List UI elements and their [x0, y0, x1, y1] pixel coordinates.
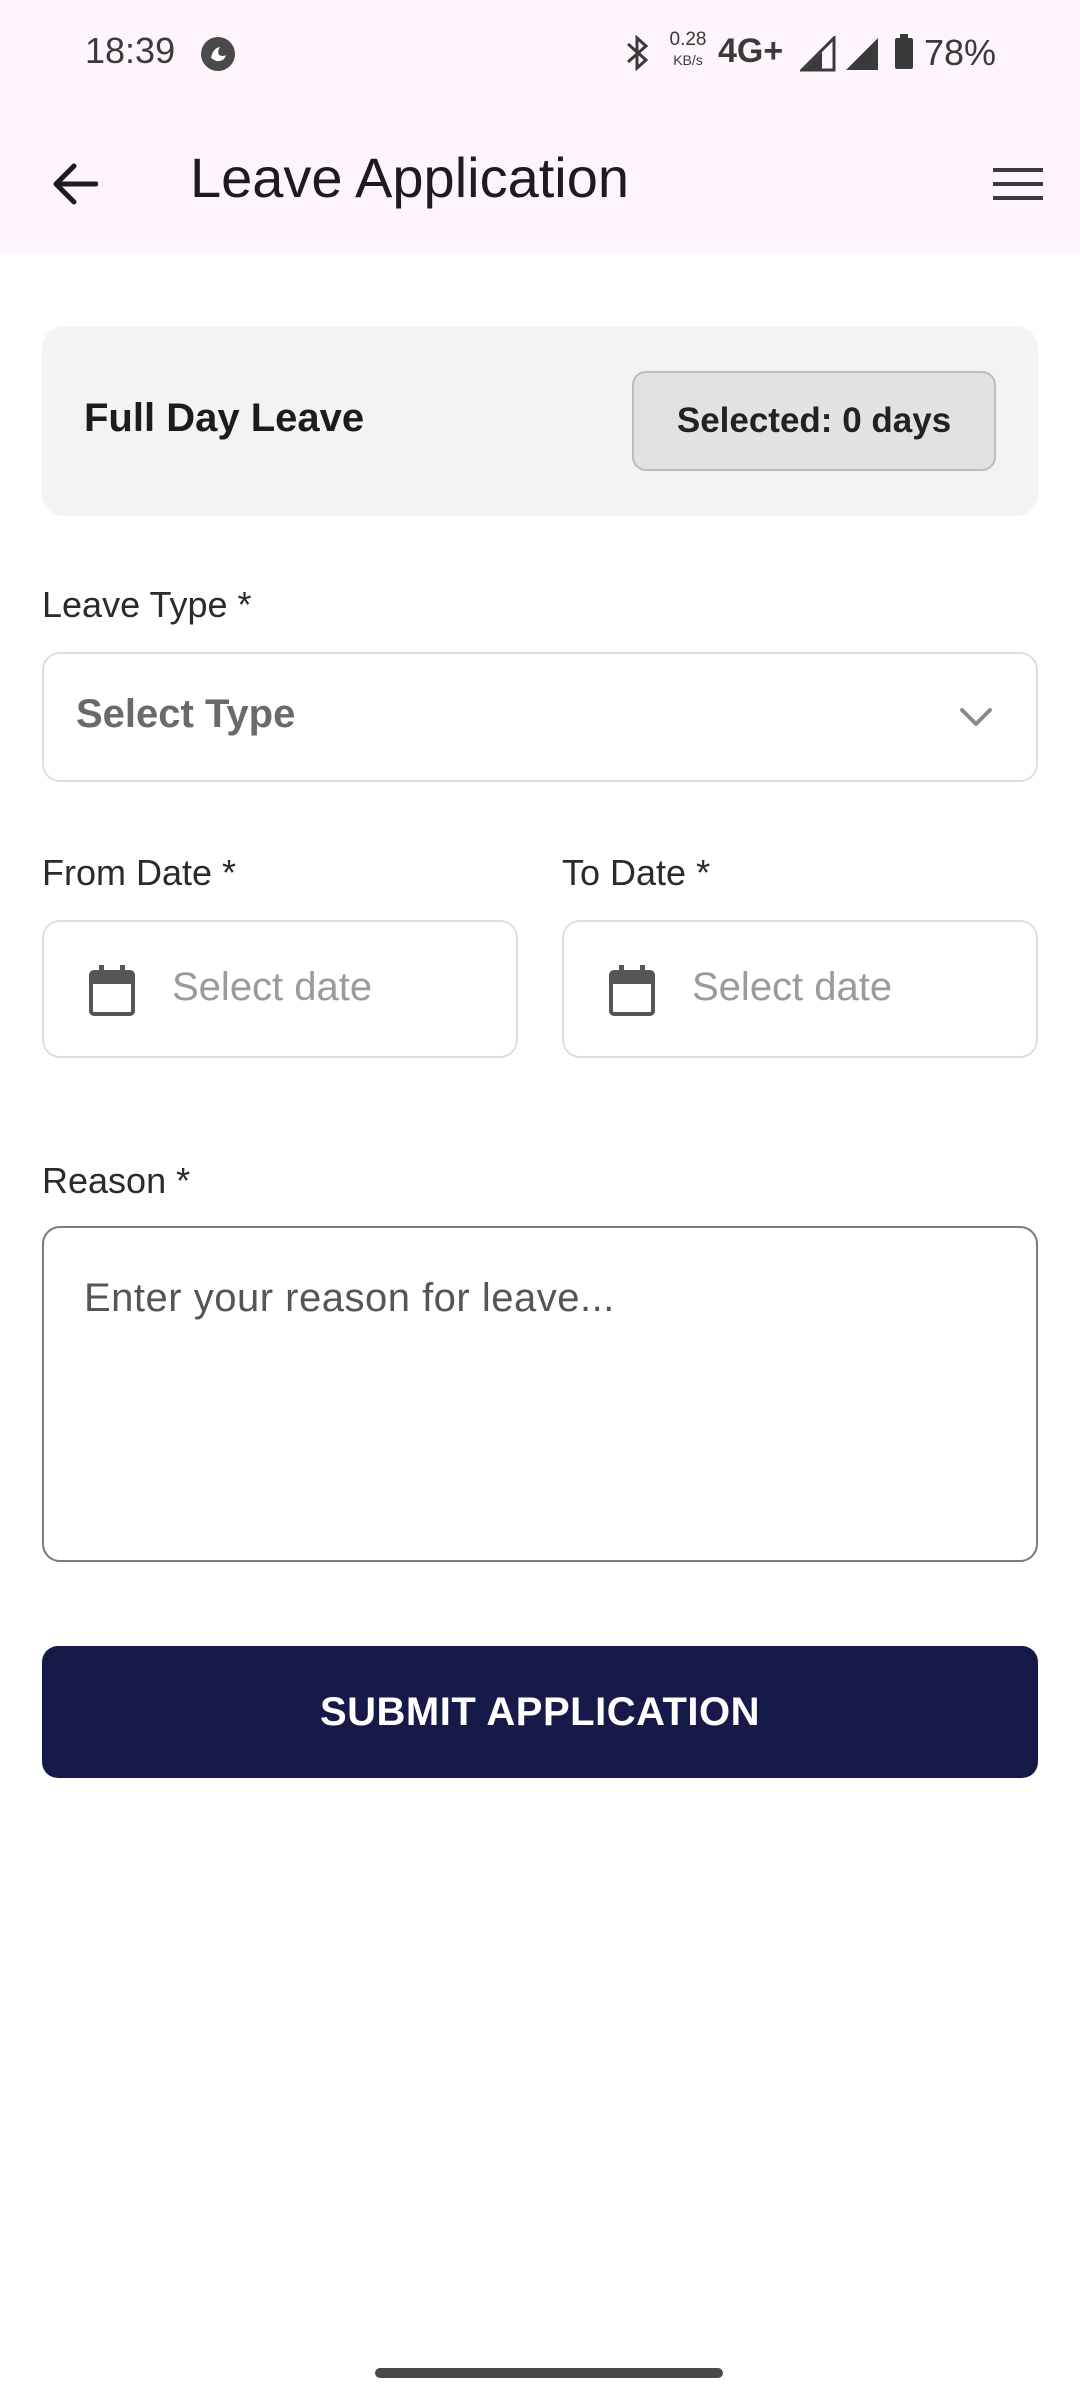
submit-application-button[interactable]: SUBMIT APPLICATION — [42, 1646, 1038, 1778]
back-button[interactable] — [40, 150, 108, 218]
leave-mode-title: Full Day Leave — [84, 396, 365, 440]
status-time: 18:39 — [85, 30, 176, 71]
bluetooth-icon — [627, 34, 649, 72]
signal-icon — [800, 36, 836, 72]
network-speed: 0.28 KB/s — [669, 29, 707, 68]
menu-button[interactable] — [984, 150, 1052, 218]
page-title: Leave Application — [190, 146, 630, 209]
network-type: 4G+ — [718, 32, 784, 70]
reason-textarea[interactable]: Enter your reason for leave... — [42, 1226, 1038, 1562]
reason-placeholder: Enter your reason for leave... — [84, 1276, 615, 1320]
to-date-field[interactable]: Select date — [562, 920, 1038, 1058]
selected-days-badge: Selected: 0 days — [632, 371, 996, 471]
chevron-down-icon — [960, 708, 992, 726]
status-right-group: 0.28 KB/s 4G+ 78% — [620, 28, 1080, 78]
leave-type-value: Select Type — [76, 692, 296, 736]
signal-icon — [846, 38, 878, 70]
hamburger-menu-icon — [993, 168, 1043, 200]
reason-label: Reason * — [42, 1160, 191, 1201]
battery-icon — [895, 34, 913, 69]
from-date-placeholder: Select date — [172, 965, 373, 1009]
arrow-left-icon — [53, 163, 98, 205]
battery-percent: 78% — [924, 32, 997, 73]
app-bar: Leave Application — [0, 105, 1080, 253]
from-date-label: From Date * — [42, 852, 237, 893]
calendar-icon — [609, 965, 655, 1016]
alert-icon — [201, 37, 235, 71]
leave-type-label: Leave Type * — [42, 584, 252, 625]
home-indicator[interactable] — [375, 2368, 723, 2378]
to-date-label: To Date * — [562, 852, 711, 893]
calendar-icon — [89, 965, 135, 1016]
leave-summary-card: Full Day Leave Selected: 0 days — [42, 326, 1038, 516]
from-date-field[interactable]: Select date — [42, 920, 518, 1058]
to-date-placeholder: Select date — [692, 965, 893, 1009]
status-bar: 18:39 0.28 KB/s 4G+ 78% — [0, 0, 1080, 105]
leave-type-dropdown[interactable]: Select Type — [42, 652, 1038, 782]
